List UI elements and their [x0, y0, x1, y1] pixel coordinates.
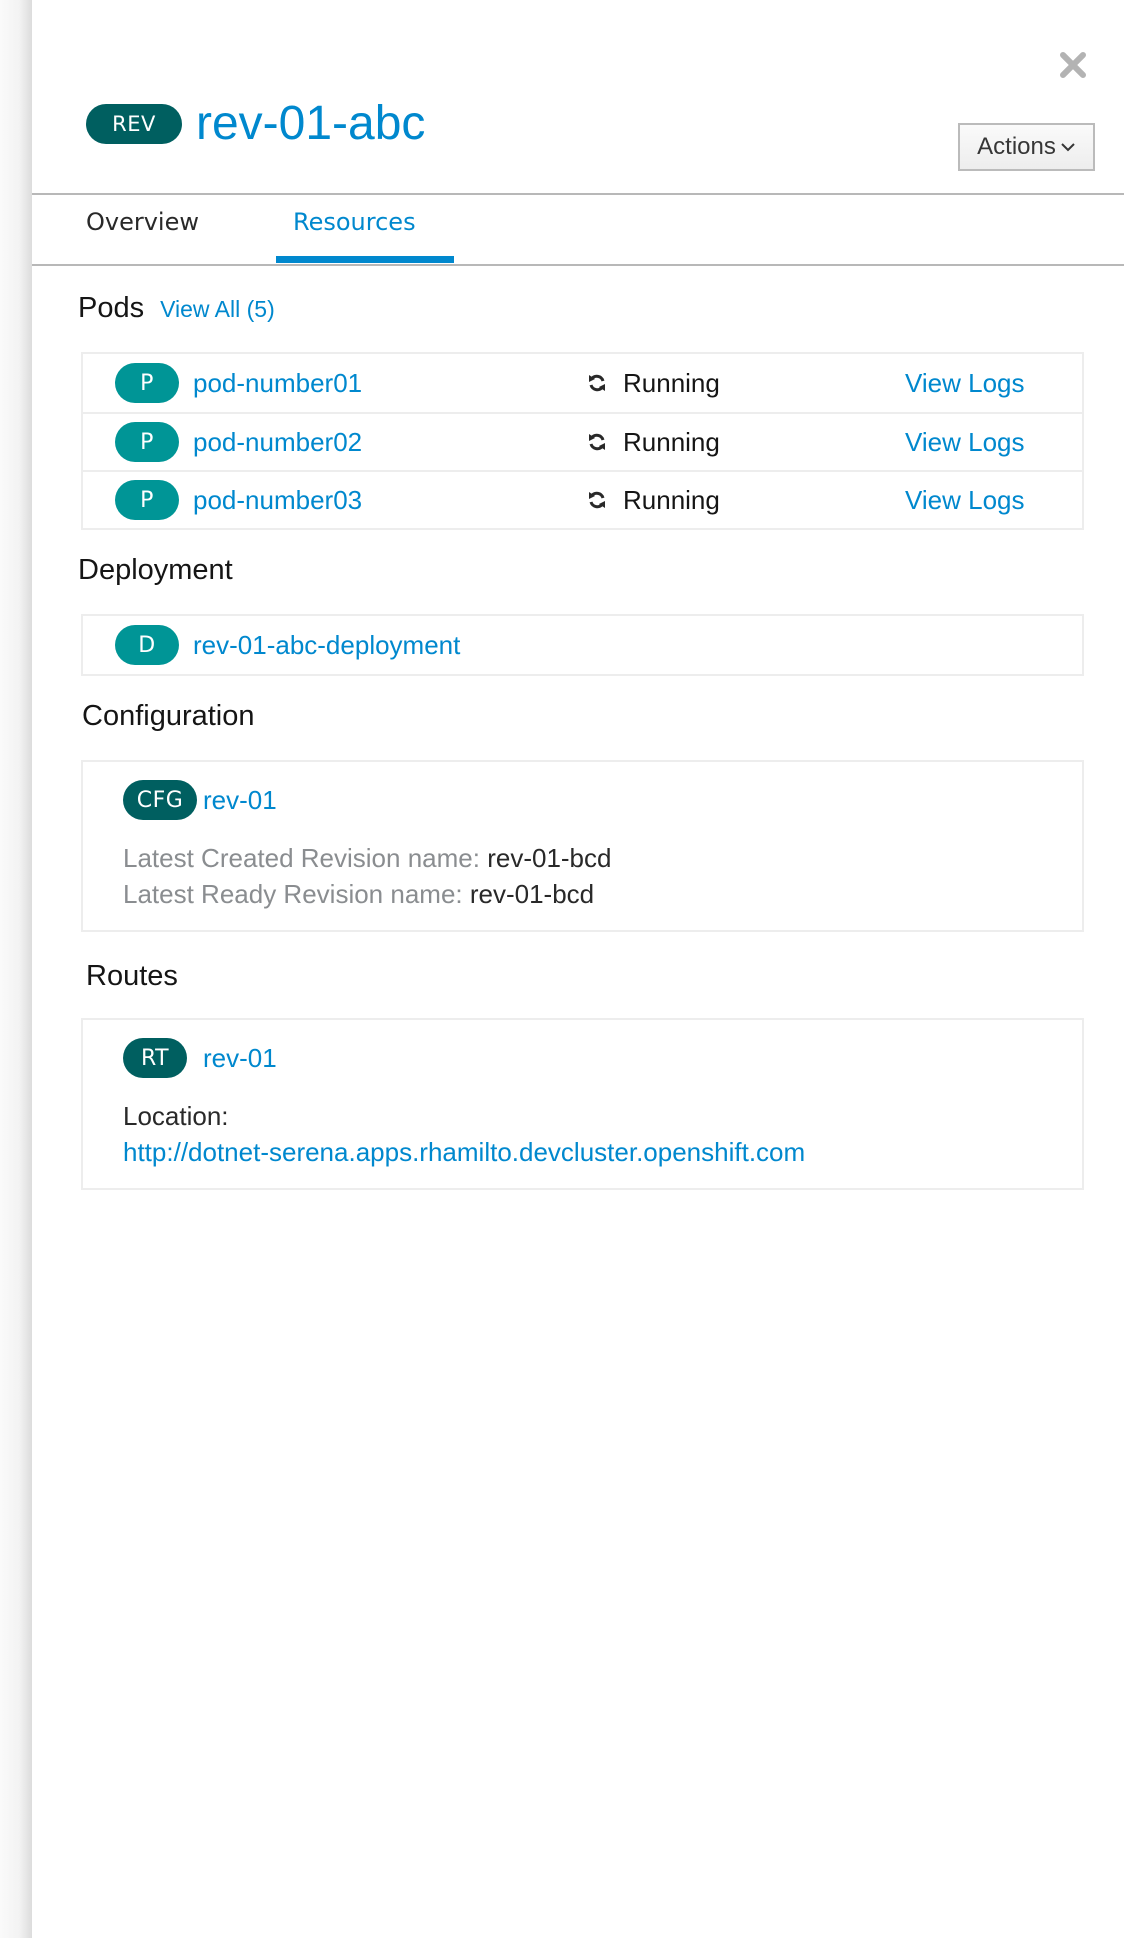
deployment-heading: Deployment — [78, 554, 233, 586]
pod-row: P pod-number01 Running View Logs — [83, 354, 1082, 412]
pod-name-link[interactable]: pod-number02 — [193, 427, 362, 458]
field-value: rev-01-bcd — [469, 879, 595, 909]
view-all-pods-link[interactable]: View All (5) — [160, 296, 275, 322]
sync-icon — [589, 433, 605, 451]
route-location-link[interactable]: http://dotnet-serena.apps.rhamilto.devcl… — [123, 1137, 805, 1167]
view-logs-link[interactable]: View Logs — [905, 427, 1025, 458]
sync-icon — [589, 374, 605, 392]
sync-icon — [589, 491, 605, 509]
revision-badge: REV — [86, 104, 182, 144]
pod-row: P pod-number03 Running View Logs — [83, 470, 1082, 528]
configuration-name-link[interactable]: rev-01 — [203, 785, 277, 816]
header-divider — [32, 193, 1124, 195]
pod-status: Running — [587, 427, 720, 458]
pod-badge: P — [115, 422, 179, 462]
close-button[interactable] — [1056, 48, 1090, 82]
pod-name-link[interactable]: pod-number01 — [193, 368, 362, 399]
pods-heading: Pods — [78, 292, 145, 324]
pod-status: Running — [587, 485, 720, 516]
field-label: Latest Ready Revision name: — [123, 879, 463, 909]
pods-section-header: Pods View All (5) — [78, 292, 275, 325]
view-logs-link[interactable]: View Logs — [905, 485, 1025, 516]
deployment-badge: D — [115, 625, 179, 665]
route-badge: RT — [123, 1038, 187, 1078]
field-value: rev-01-bcd — [487, 843, 612, 873]
actions-label: Actions — [977, 133, 1056, 160]
chevron-down-icon — [1061, 143, 1075, 152]
deployment-name-link[interactable]: rev-01-abc-deployment — [193, 630, 460, 661]
deployment-box: D rev-01-abc-deployment — [81, 614, 1084, 676]
pod-badge: P — [115, 363, 179, 403]
tab-resources[interactable]: Resources — [293, 208, 416, 236]
routes-box: RT rev-01 Location: http://dotnet-serena… — [81, 1018, 1084, 1190]
configuration-heading: Configuration — [82, 700, 255, 732]
tab-overview[interactable]: Overview — [86, 208, 199, 236]
location-label: Location: — [123, 1101, 229, 1131]
routes-heading: Routes — [86, 960, 178, 992]
pod-badge: P — [115, 480, 179, 520]
configuration-box: CFG rev-01 Latest Created Revision name:… — [81, 760, 1084, 932]
configuration-resource: CFG rev-01 — [123, 780, 1082, 820]
view-logs-link[interactable]: View Logs — [905, 368, 1025, 399]
pod-row: P pod-number02 Running View Logs — [83, 412, 1082, 470]
pod-status-text: Running — [623, 426, 720, 457]
latest-created-revision: Latest Created Revision name: rev-01-bcd — [123, 840, 1082, 876]
actions-dropdown-button[interactable]: Actions — [958, 123, 1095, 171]
route-resource: RT rev-01 — [123, 1038, 1082, 1078]
active-tab-indicator — [276, 256, 454, 263]
field-label: Latest Created Revision name: — [123, 843, 480, 873]
panel-shadow — [0, 0, 32, 1938]
configuration-badge: CFG — [123, 780, 197, 820]
resource-sidebar-panel: REV rev-01-abc Actions Overview Resource… — [32, 0, 1124, 1938]
pods-list: P pod-number01 Running View Logs P pod-n… — [81, 352, 1084, 530]
route-name-link[interactable]: rev-01 — [203, 1043, 277, 1074]
revision-title-link[interactable]: rev-01-abc — [196, 96, 425, 152]
pod-name-link[interactable]: pod-number03 — [193, 485, 362, 516]
panel-header: REV rev-01-abc — [86, 96, 425, 152]
deployment-row: D rev-01-abc-deployment — [83, 616, 1082, 674]
latest-ready-revision: Latest Ready Revision name: rev-01-bcd — [123, 876, 1082, 912]
pod-status: Running — [587, 368, 720, 399]
pod-status-text: Running — [623, 367, 720, 398]
pod-status-text: Running — [623, 484, 720, 515]
tabs-divider — [32, 264, 1124, 266]
close-icon — [1060, 52, 1086, 78]
